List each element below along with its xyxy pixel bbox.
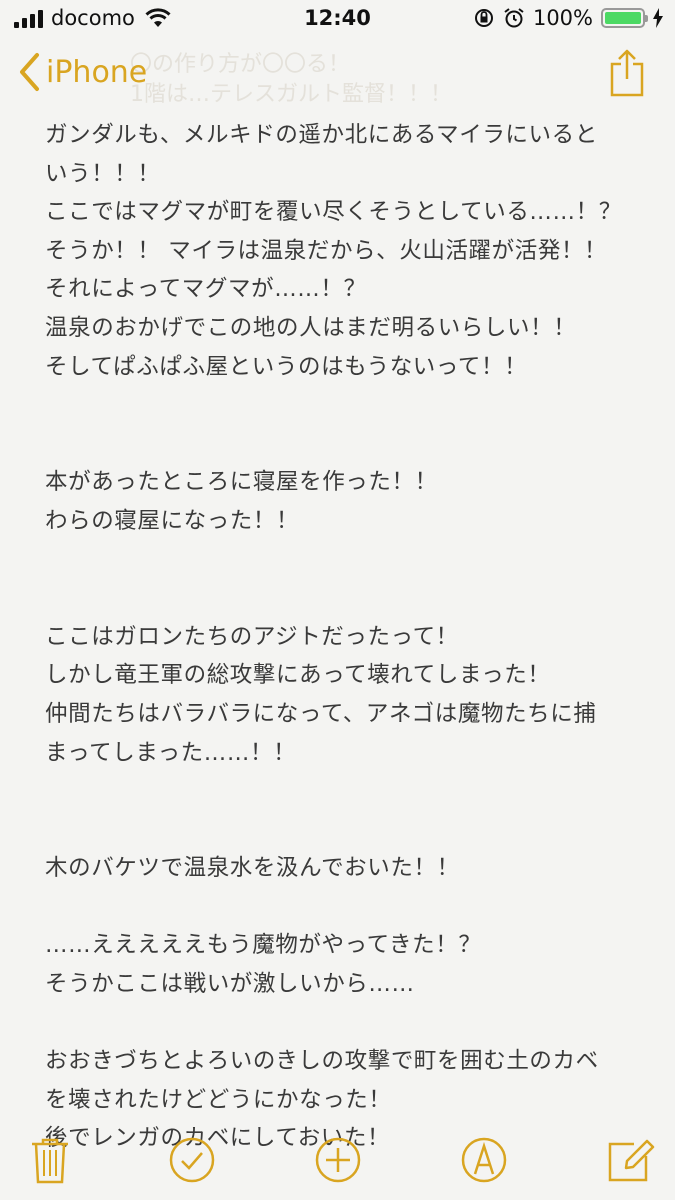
charging-icon <box>653 8 663 28</box>
trash-icon <box>32 1138 68 1184</box>
note-line: いう！！！ <box>45 160 161 187</box>
note-line <box>45 811 635 850</box>
chevron-left-icon <box>20 53 39 91</box>
note-line: それによってマグマが……！？ <box>45 276 367 303</box>
note-line <box>45 772 635 811</box>
orientation-lock-icon <box>474 9 493 27</box>
compose-icon <box>608 1139 655 1182</box>
share-icon <box>610 49 644 97</box>
checklist-button[interactable] <box>166 1134 218 1186</box>
battery-icon <box>601 8 648 28</box>
note-line <box>45 425 635 464</box>
note-line: 仲間たちはバラバラになって、アネゴは魔物たちに捕 <box>45 700 597 727</box>
ghost-line: 1階は…テレスガルト監督！！！ <box>130 82 452 107</box>
status-right: 100% <box>473 6 663 30</box>
note-line: わらの寝屋になった！！ <box>45 507 300 534</box>
note-line: 温泉のおかげでこの地の人はまだ明るいらしい！！ <box>45 314 577 341</box>
note-line: 本があったところに寝屋を作った！！ <box>45 469 438 496</box>
note-line <box>45 386 635 425</box>
ghost-line: 〇の作り方が〇〇る！ <box>130 52 351 77</box>
note-line: ここはガロンたちのアジトだったって！ <box>45 623 459 650</box>
share-button[interactable] <box>609 48 645 102</box>
note-line: ガンダルも、メルキドの遥か北にあるマイラにいると <box>45 122 598 148</box>
alarm-icon <box>504 8 524 28</box>
note-line <box>45 579 635 618</box>
note-line <box>45 541 635 580</box>
compose-button[interactable] <box>604 1134 656 1186</box>
battery-percentage: 100% <box>532 6 593 30</box>
back-button[interactable]: iPhone <box>18 52 147 92</box>
note-line <box>45 1004 635 1043</box>
markup-button[interactable] <box>458 1134 510 1186</box>
note-line: そうか！！ マイラは温泉だから、火山活躍が活発！！ <box>45 237 608 264</box>
note-body[interactable]: ガンダルも、メルキドの遥か北にあるマイラにいると いう！！！ ここではマグマが町を覆… <box>45 116 635 1158</box>
navigation-bar: 〇の作り方が〇〇る！ 1階は…テレスガルト監督！！！ iPhone <box>0 44 675 108</box>
note-line <box>45 888 635 927</box>
note-line: まってしまった……！！ <box>45 739 297 766</box>
delete-button[interactable] <box>24 1134 76 1186</box>
note-line: ここではマグマが町を覆い尽くそうとしている……！？ <box>45 199 622 226</box>
add-button[interactable] <box>312 1134 364 1186</box>
note-line: おおきづちとよろいのきしの攻撃で町を囲む土のカベ <box>45 1048 599 1075</box>
note-line: しかし竜王軍の総攻撃にあって壊れてしまった！ <box>45 662 551 689</box>
note-line: そうかここは戦いが激しいから…… <box>45 971 415 998</box>
note-line: そしてぱふぱふ屋というのはもうないって！！ <box>45 353 528 380</box>
note-line: ……えええええもう魔物がやってきた！？ <box>45 932 482 959</box>
note-line: を壊されたけどどうにかなった！ <box>45 1086 392 1113</box>
note-line: 木のバケツで温泉水を汲んでおいた！！ <box>45 855 460 882</box>
status-bar: docomo 12:40 100% <box>0 0 675 40</box>
bottom-toolbar <box>0 1122 675 1200</box>
back-label: iPhone <box>46 54 148 90</box>
add-icon <box>315 1137 361 1183</box>
checklist-icon <box>169 1137 215 1183</box>
background-ghost-text: 〇の作り方が〇〇る！ 1階は…テレスガルト監督！！！ <box>130 50 530 110</box>
markup-icon <box>461 1137 507 1183</box>
